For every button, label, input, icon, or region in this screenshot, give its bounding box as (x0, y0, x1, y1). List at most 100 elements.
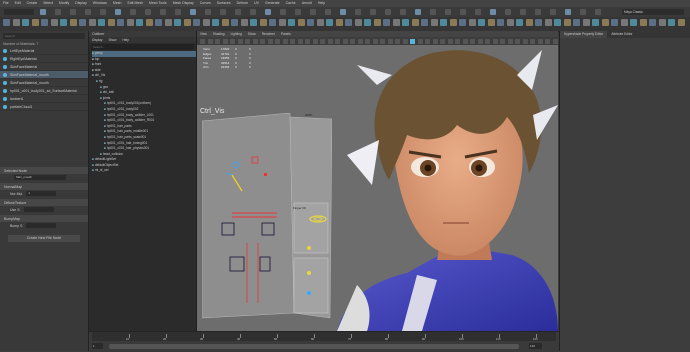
menu-item[interactable]: Surfaces (214, 0, 234, 5)
shelf-tool-icon[interactable] (183, 19, 191, 26)
shelf-tool-icon[interactable] (107, 19, 115, 26)
status-tool-icon[interactable] (460, 9, 466, 15)
shelf-tool-icon[interactable] (592, 19, 599, 26)
viewport-tool-icon[interactable] (267, 38, 273, 44)
attr-section-header[interactable]: NormalMap (0, 183, 88, 190)
outliner-item[interactable]: ■ mi_sf_set (92, 168, 196, 174)
status-tool-icon[interactable] (100, 9, 106, 15)
shelf-tool-icon[interactable] (649, 19, 656, 26)
viewport-tool-icon[interactable] (365, 38, 370, 44)
viewport-tool-icon[interactable] (297, 38, 303, 44)
menu-item[interactable]: UV (251, 0, 262, 5)
shelf-tool-icon[interactable] (402, 19, 409, 26)
material-item[interactable]: particleCloud1 (0, 103, 88, 111)
status-tool-icon[interactable] (205, 9, 211, 15)
shelf-tool-icon[interactable] (582, 19, 590, 26)
status-tool-icon[interactable] (85, 9, 91, 15)
status-tool-icon[interactable] (220, 9, 226, 15)
menu-item[interactable]: Mesh (110, 0, 125, 5)
status-tool-icon[interactable] (325, 9, 331, 15)
shelf-tool-icon[interactable] (22, 19, 29, 26)
shelf-tool-icon[interactable] (573, 19, 580, 26)
status-tool-icon[interactable] (130, 9, 136, 15)
node-name-field[interactable]: Skin_mouth (14, 175, 66, 180)
shelf-tool-icon[interactable] (269, 19, 276, 26)
status-tool-icon[interactable] (70, 9, 76, 15)
control-picker-board[interactable] (202, 113, 332, 328)
viewport-tool-icon[interactable] (357, 38, 363, 44)
menu-item[interactable]: Curves (197, 0, 214, 5)
shelf-tool-icon[interactable] (202, 19, 210, 26)
attr-value-field[interactable] (23, 207, 54, 212)
viewport-tool-icon[interactable] (305, 38, 310, 44)
viewport-tool-icon[interactable] (312, 38, 318, 44)
viewport-tool-icon[interactable] (552, 38, 558, 44)
status-tool-icon[interactable] (475, 9, 481, 15)
viewport-tool-icon[interactable] (275, 38, 280, 44)
shelf-tool-icon[interactable] (145, 19, 153, 26)
shelf-tool-icon[interactable] (50, 19, 58, 26)
material-item[interactable]: hp001_c001_body001_sd_SurfaceMaterial (0, 87, 88, 95)
viewport-tool-icon[interactable] (372, 38, 378, 44)
range-slider[interactable] (109, 344, 519, 349)
shelf-tool-icon[interactable] (658, 19, 666, 26)
shelf-tool-icon[interactable] (155, 19, 162, 26)
viewport-tool-icon[interactable] (410, 38, 415, 44)
status-tool-icon[interactable] (175, 9, 181, 15)
outliner-menu-item[interactable]: Help (119, 38, 132, 42)
viewport-tool-icon[interactable] (417, 38, 423, 44)
status-tool-icon[interactable] (250, 9, 256, 15)
shelf-tool-icon[interactable] (231, 19, 238, 26)
range-end-field[interactable]: 120 (529, 343, 542, 349)
shelf-tool-icon[interactable] (41, 19, 48, 26)
viewport-tool-icon[interactable] (545, 38, 550, 44)
shelf-tool-icon[interactable] (392, 19, 400, 26)
shelf-tool-icon[interactable] (601, 19, 609, 26)
status-tool-icon[interactable] (310, 9, 316, 15)
attr-value-field[interactable]: 1 (26, 191, 57, 196)
shelf-tool-icon[interactable] (373, 19, 381, 26)
viewport-tool-icon[interactable] (245, 38, 250, 44)
shelf-tool-icon[interactable] (544, 19, 552, 26)
shelf-tool-icon[interactable] (525, 19, 533, 26)
menu-item[interactable]: Mesh Display (170, 0, 197, 5)
shelf-tool-icon[interactable] (69, 19, 77, 26)
shelf-tool-icon[interactable] (326, 19, 333, 26)
shelf-tool-icon[interactable] (459, 19, 466, 26)
shelf-tool-icon[interactable] (3, 19, 10, 26)
shelf-tool-icon[interactable] (193, 19, 200, 26)
status-tool-icon[interactable] (415, 9, 421, 15)
shelf-tool-icon[interactable] (88, 19, 96, 26)
viewport-tool-icon[interactable] (485, 38, 490, 44)
viewport-tool-icon[interactable] (290, 38, 295, 44)
viewport-tool-icon[interactable] (282, 38, 288, 44)
shelf-tool-icon[interactable] (677, 19, 685, 26)
range-start-field[interactable]: 1 (92, 343, 103, 349)
viewport-tool-icon[interactable] (432, 38, 438, 44)
menu-item[interactable]: Edit (12, 0, 24, 5)
viewport-tool-icon[interactable] (402, 38, 408, 44)
attr-value-field[interactable] (26, 223, 57, 228)
status-tool-icon[interactable] (595, 9, 601, 15)
viewport-tool-icon[interactable] (492, 38, 498, 44)
viewport-tool-icon[interactable] (507, 38, 513, 44)
viewport-tool-icon[interactable] (477, 38, 483, 44)
menu-item[interactable]: Cache (283, 0, 299, 5)
status-tool-icon[interactable] (565, 9, 571, 15)
outliner-menu-item[interactable]: Display (89, 38, 105, 42)
status-tool-icon[interactable] (160, 9, 166, 15)
character-model[interactable] (337, 45, 558, 331)
shelf-tool-icon[interactable] (297, 19, 305, 26)
menu-item[interactable]: Mesh Tools (146, 0, 170, 5)
status-tool-icon[interactable] (400, 9, 406, 15)
shelf-tool-icon[interactable] (497, 19, 504, 26)
shelf-tool-icon[interactable] (516, 19, 523, 26)
viewport-tool-icon[interactable] (530, 38, 535, 44)
shelf-tool-icon[interactable] (126, 19, 134, 26)
status-tool-icon[interactable] (370, 9, 376, 15)
shelf-tool-icon[interactable] (345, 19, 352, 26)
status-tool-icon[interactable] (235, 9, 241, 15)
shelf-tool-icon[interactable] (31, 19, 39, 26)
material-item[interactable]: lambert1 (0, 95, 88, 103)
status-tool-icon[interactable] (445, 9, 451, 15)
